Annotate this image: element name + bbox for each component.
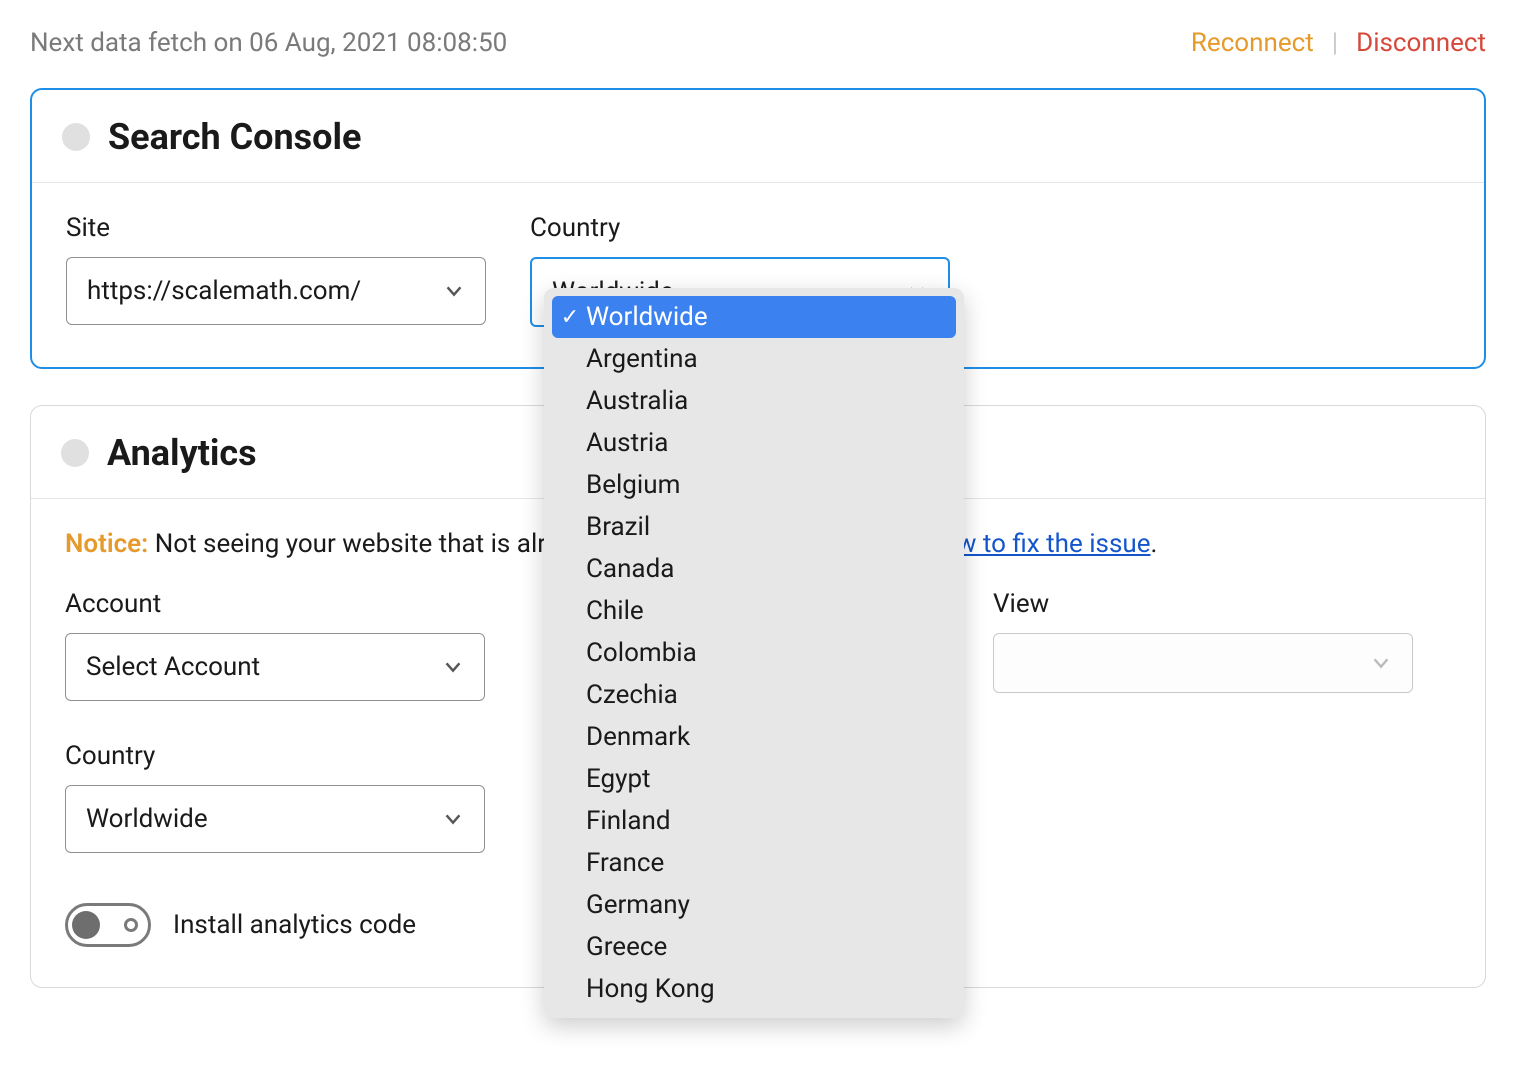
- search-console-title: Search Console: [108, 116, 361, 158]
- site-select-value: https://scalemath.com/: [87, 276, 361, 306]
- account-select[interactable]: Select Account: [65, 633, 485, 701]
- country-option-label: Canada: [586, 554, 674, 584]
- account-label: Account: [65, 589, 485, 619]
- country-option-label: Egypt: [586, 764, 651, 794]
- country-option[interactable]: ✓Egypt: [552, 758, 956, 800]
- search-console-header[interactable]: Search Console: [32, 90, 1484, 183]
- country-option-label: Finland: [586, 806, 671, 836]
- chevron-down-icon: [443, 280, 465, 302]
- site-field: Site https://scalemath.com/: [66, 213, 486, 327]
- country-option[interactable]: ✓Chile: [552, 590, 956, 632]
- country-option[interactable]: ✓Greece: [552, 926, 956, 968]
- analytics-title: Analytics: [107, 432, 257, 474]
- country-option-label: Worldwide: [586, 302, 708, 332]
- country-option[interactable]: ✓France: [552, 842, 956, 884]
- country-option-label: Greece: [586, 932, 667, 962]
- radio-icon: [62, 123, 90, 151]
- account-select-value: Select Account: [86, 652, 260, 682]
- country-dropdown[interactable]: ✓Worldwide✓Argentina✓Australia✓Austria✓B…: [544, 288, 964, 1018]
- notice-period: .: [1151, 529, 1158, 559]
- analytics-country-field: Country Worldwide: [65, 741, 485, 853]
- country-option-label: Austria: [586, 428, 668, 458]
- country-option[interactable]: ✓Canada: [552, 548, 956, 590]
- country-option-label: Australia: [586, 386, 688, 416]
- country-option[interactable]: ✓Brazil: [552, 506, 956, 548]
- country-label: Country: [530, 213, 950, 243]
- country-option[interactable]: ✓Belgium: [552, 464, 956, 506]
- chevron-down-icon: [442, 656, 464, 678]
- install-analytics-toggle[interactable]: [65, 903, 151, 947]
- divider: |: [1332, 28, 1338, 58]
- country-option-label: Denmark: [586, 722, 690, 752]
- country-option-label: France: [586, 848, 664, 878]
- country-option[interactable]: ✓Czechia: [552, 674, 956, 716]
- country-option-label: Colombia: [586, 638, 697, 668]
- country-option-label: Hong Kong: [586, 974, 715, 1004]
- next-fetch-info: Next data fetch on 06 Aug, 2021 08:08:50: [30, 28, 507, 58]
- country-option[interactable]: ✓Denmark: [552, 716, 956, 758]
- country-option-label: Germany: [586, 890, 690, 920]
- reconnect-link[interactable]: Reconnect: [1191, 28, 1314, 58]
- country-option[interactable]: ✓Hong Kong: [552, 968, 956, 1010]
- country-option[interactable]: ✓Germany: [552, 884, 956, 926]
- country-option[interactable]: ✓Australia: [552, 380, 956, 422]
- disconnect-link[interactable]: Disconnect: [1356, 28, 1486, 58]
- analytics-country-select-value: Worldwide: [86, 804, 208, 834]
- toggle-knob: [72, 911, 100, 939]
- notice-label: Notice:: [65, 529, 148, 559]
- radio-icon: [61, 439, 89, 467]
- site-select[interactable]: https://scalemath.com/: [66, 257, 486, 325]
- top-bar: Next data fetch on 06 Aug, 2021 08:08:50…: [30, 28, 1486, 58]
- account-field: Account Select Account: [65, 589, 485, 701]
- country-option[interactable]: ✓Argentina: [552, 338, 956, 380]
- check-icon: ✓: [558, 305, 582, 330]
- country-option-label: Czechia: [586, 680, 678, 710]
- site-label: Site: [66, 213, 486, 243]
- country-option[interactable]: ✓Finland: [552, 800, 956, 842]
- install-analytics-label: Install analytics code: [173, 910, 416, 940]
- chevron-down-icon: [1370, 652, 1392, 674]
- toggle-ring: [124, 918, 138, 932]
- chevron-down-icon: [442, 808, 464, 830]
- analytics-country-label: Country: [65, 741, 485, 771]
- view-select[interactable]: [993, 633, 1413, 693]
- view-field: View: [993, 589, 1413, 701]
- country-option[interactable]: ✓Austria: [552, 422, 956, 464]
- country-option[interactable]: ✓Colombia: [552, 632, 956, 674]
- country-option-label: Belgium: [586, 470, 680, 500]
- country-option-label: Chile: [586, 596, 644, 626]
- view-label: View: [993, 589, 1413, 619]
- country-option-label: Brazil: [586, 512, 650, 542]
- top-actions: Reconnect | Disconnect: [1191, 28, 1486, 58]
- country-option-label: Argentina: [586, 344, 698, 374]
- analytics-country-select[interactable]: Worldwide: [65, 785, 485, 853]
- country-option[interactable]: ✓Worldwide: [552, 296, 956, 338]
